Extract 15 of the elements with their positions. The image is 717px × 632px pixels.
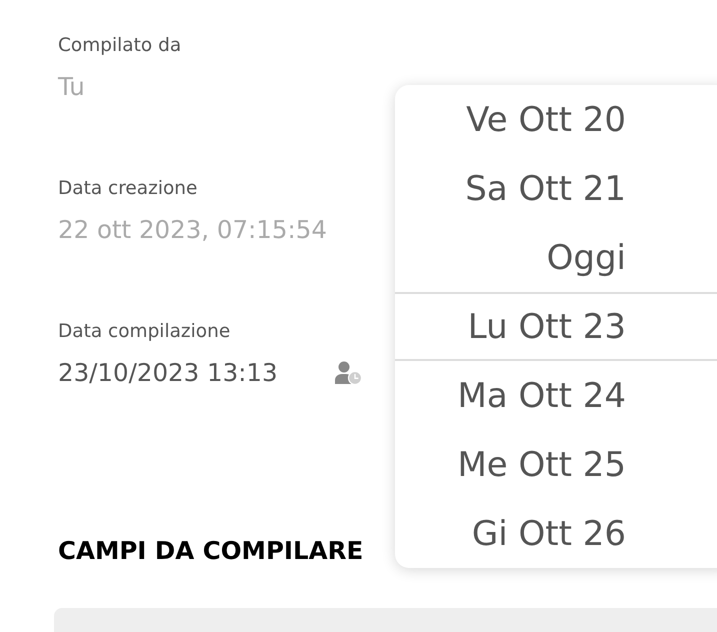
- date-option[interactable]: Gi Ott 26: [395, 499, 717, 568]
- date-option[interactable]: Oggi: [395, 223, 717, 292]
- date-option[interactable]: Sa Ott 21: [395, 154, 717, 223]
- user-clock-icon: [334, 361, 362, 385]
- date-option[interactable]: Lu Ott 23: [395, 292, 717, 361]
- date-option[interactable]: Ma Ott 24: [395, 361, 717, 430]
- section-heading: CAMPI DA COMPILARE: [58, 536, 364, 566]
- field-label: Data compilazione: [58, 320, 230, 344]
- field-value: 22 ott 2023, 07:15:54: [58, 214, 327, 246]
- date-option[interactable]: Me Ott 25: [395, 430, 717, 499]
- field-label: Compilato da: [58, 34, 182, 58]
- date-option[interactable]: Ve Ott 20: [395, 85, 717, 154]
- field-value: Tu: [58, 71, 85, 103]
- field-value: 23/10/2023 13:13: [58, 357, 278, 389]
- field-label: Data creazione: [58, 177, 198, 201]
